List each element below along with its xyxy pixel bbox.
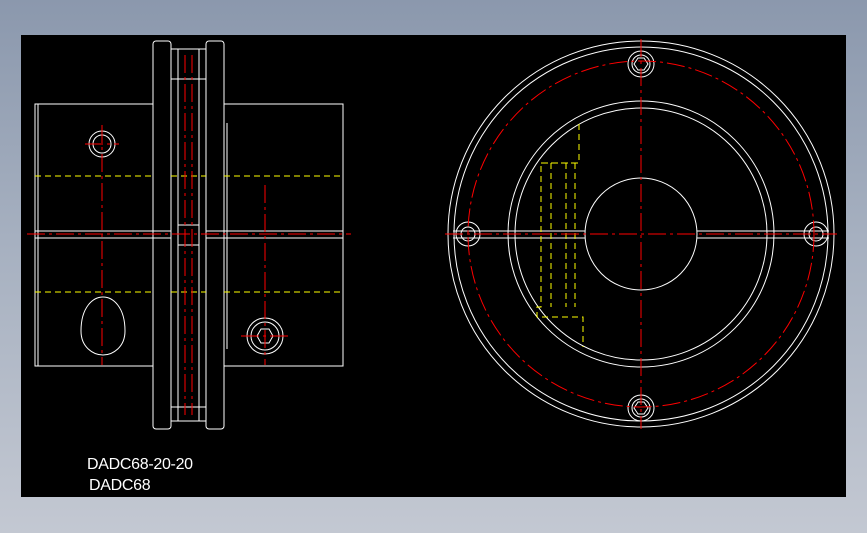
side-view-centerlines xyxy=(27,55,351,415)
left-flange-outline xyxy=(152,40,172,430)
part-number-label: DADC68-20-20 xyxy=(87,456,193,473)
side-view xyxy=(34,40,344,430)
center-bolt xyxy=(177,224,200,246)
right-hub-outline xyxy=(223,103,344,367)
cad-drawing-viewport[interactable]: DADC68-20-20 DADC68 xyxy=(21,35,846,497)
disc-pack-outline xyxy=(170,48,207,422)
lower-screw-pocket xyxy=(80,296,126,356)
left-hub-outline xyxy=(34,103,154,367)
cad-drawing-canvas xyxy=(27,39,837,430)
series-label: DADC68 xyxy=(89,477,151,494)
right-flange-outline xyxy=(205,40,225,430)
front-view-centerlines xyxy=(445,39,837,429)
